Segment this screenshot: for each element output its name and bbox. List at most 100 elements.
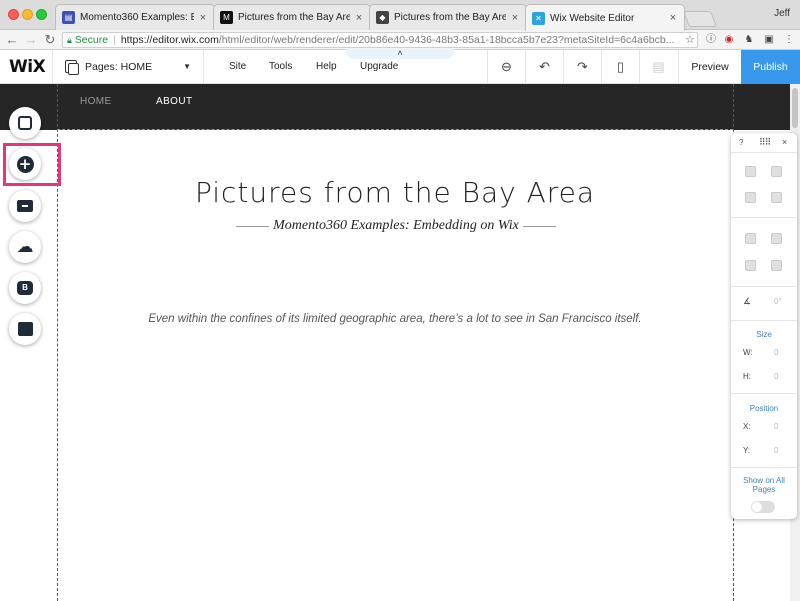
upload-button[interactable]: ☁ (9, 231, 41, 263)
pages-label: Pages: HOME (85, 60, 153, 73)
size-label: Size (756, 330, 772, 339)
blog-icon: B (17, 281, 33, 295)
upload-icon: ☁ (16, 237, 34, 256)
menu-tools[interactable]: Tools (269, 61, 292, 72)
align-icon[interactable] (771, 233, 782, 244)
canvas-scroll-thumb[interactable] (792, 88, 798, 128)
close-icon[interactable]: × (782, 137, 787, 147)
site-body-text[interactable]: Even within the confines of its limited … (100, 313, 690, 325)
inspector-panel: ? ⠿⠿ × ∡ 0° Size W: 0 H: 0 Position X: 0… (731, 133, 797, 519)
browser-tab-medium[interactable]: M Pictures from the Bay Area – M × (213, 4, 371, 30)
secure-label: Secure (74, 34, 109, 46)
tab-title: Momento360 Examples: Embe (80, 12, 194, 23)
match-size-icon[interactable] (771, 260, 782, 271)
browser-tab-momento360[interactable]: ▤ Momento360 Examples: Embe × (55, 4, 215, 30)
preview-button[interactable]: Preview (678, 50, 741, 83)
tab-close-icon[interactable]: × (510, 12, 520, 24)
inspector-header[interactable]: ? ⠿⠿ × (731, 133, 797, 153)
menu-help[interactable]: Help (316, 61, 337, 72)
lock-icon: 🔒︎ (67, 34, 72, 45)
address-row: ← → ↻ 🔒︎ Secure | https://editor.wix.com… (0, 30, 800, 50)
drag-handle-icon[interactable]: ⠿⠿ (759, 137, 771, 148)
paste-icon[interactable] (771, 166, 782, 177)
zoom-out-icon[interactable]: ⊖ (487, 50, 525, 83)
browser-tab-wix-editor[interactable]: ✕ Wix Website Editor × (525, 4, 685, 31)
close-window-button[interactable] (8, 9, 19, 20)
bookings-button[interactable] (9, 313, 41, 345)
show-on-all-pages-toggle[interactable] (751, 501, 775, 513)
height-value[interactable]: 0 (774, 372, 778, 381)
mobile-view-icon[interactable]: ▯ (601, 50, 639, 83)
profile-name[interactable]: Jeff (774, 8, 790, 19)
duplicate-icon[interactable] (745, 192, 756, 203)
menu-site[interactable]: Site (229, 61, 246, 72)
inspector-divider (731, 286, 797, 287)
editor-canvas[interactable]: HOME ABOUT Pictures from the Bay Area Mo… (0, 84, 800, 601)
url-bar[interactable]: 🔒︎ Secure | https://editor.wix.com/html/… (62, 32, 698, 48)
menu-upgrade[interactable]: Upgrade (360, 61, 398, 72)
help-icon[interactable]: ? (739, 138, 743, 147)
undo-icon[interactable]: ↶ (525, 50, 563, 83)
pages-dropdown[interactable]: Pages: HOME ▼ (52, 50, 204, 83)
width-label: W: (743, 348, 753, 357)
forward-arrow-icon[interactable]: → (23, 32, 39, 48)
browser-tabstrip: ▤ Momento360 Examples: Embe × M Pictures… (0, 0, 800, 31)
collapse-topbar-handle[interactable]: ˄ (346, 49, 454, 59)
arrange-icon[interactable] (745, 233, 756, 244)
save-icon[interactable]: ▤ (639, 50, 677, 83)
reload-icon[interactable]: ↻ (42, 32, 58, 48)
browser-tab-pictures[interactable]: ◆ Pictures from the Bay Area × (369, 4, 527, 30)
momento360-favicon-icon: ▤ (62, 11, 75, 24)
redo-icon[interactable]: ↷ (563, 50, 601, 83)
rotation-value[interactable]: 0° (774, 297, 782, 306)
new-tab-button[interactable] (683, 11, 717, 27)
url-domain: https://editor.wix.com (120, 34, 219, 46)
app-market-button[interactable] (9, 190, 41, 222)
rotate-icon[interactable]: ∡ (743, 296, 751, 307)
background-icon (18, 116, 32, 130)
back-arrow-icon[interactable]: ← (4, 32, 20, 48)
tab-title: Pictures from the Bay Area (394, 12, 506, 23)
site-nav-home[interactable]: HOME (80, 96, 112, 107)
site-subtitle-block[interactable]: Momento360 Examples: Embedding on Wix (236, 218, 557, 234)
pdf-extension-icon[interactable]: ◉ (722, 33, 736, 47)
wix-logo: WiX (9, 57, 46, 77)
inspector-divider (731, 393, 797, 394)
site-header[interactable]: HOME ABOUT (0, 84, 790, 130)
y-label: Y: (743, 446, 751, 455)
distribute-icon[interactable] (745, 260, 756, 271)
app-market-icon (17, 200, 33, 212)
bookings-icon (17, 322, 33, 336)
bookmark-star-icon[interactable]: ☆ (685, 33, 695, 46)
info-icon[interactable]: ⓘ (704, 33, 718, 47)
minimize-window-button[interactable] (22, 9, 33, 20)
pages-icon (65, 60, 79, 75)
delete-icon[interactable] (771, 192, 782, 203)
background-button[interactable] (9, 107, 41, 139)
chrome-menu-icon[interactable]: ⋮ (782, 33, 796, 47)
site-title[interactable]: Pictures from the Bay Area (120, 176, 670, 209)
subtitle-rule-left (236, 225, 270, 227)
inspector-divider (731, 217, 797, 218)
chevron-down-icon: ▼ (183, 62, 191, 71)
tab-title: Wix Website Editor (550, 12, 635, 24)
inspector-divider (731, 320, 797, 321)
add-button-highlight (3, 143, 61, 186)
y-value[interactable]: 0 (774, 446, 778, 455)
blog-button[interactable]: B (9, 272, 41, 304)
x-value[interactable]: 0 (774, 422, 778, 431)
copy-icon[interactable] (745, 166, 756, 177)
maximize-window-button[interactable] (36, 9, 47, 20)
x-label: X: (743, 422, 751, 431)
medium-favicon-icon: M (220, 11, 233, 24)
site-nav-about[interactable]: ABOUT (156, 96, 192, 107)
url-path: /html/editor/web/renderer/edit/20b86e40-… (218, 34, 675, 46)
publish-button[interactable]: Publish (741, 50, 800, 84)
width-value[interactable]: 0 (774, 348, 778, 357)
evernote-extension-icon[interactable]: ♞ (742, 33, 756, 47)
tab-close-icon[interactable]: × (354, 12, 364, 24)
tab-close-icon[interactable]: × (668, 12, 678, 24)
extension-icon[interactable]: ▣ (762, 33, 776, 47)
position-label: Position (749, 404, 779, 413)
tab-close-icon[interactable]: × (198, 12, 208, 24)
